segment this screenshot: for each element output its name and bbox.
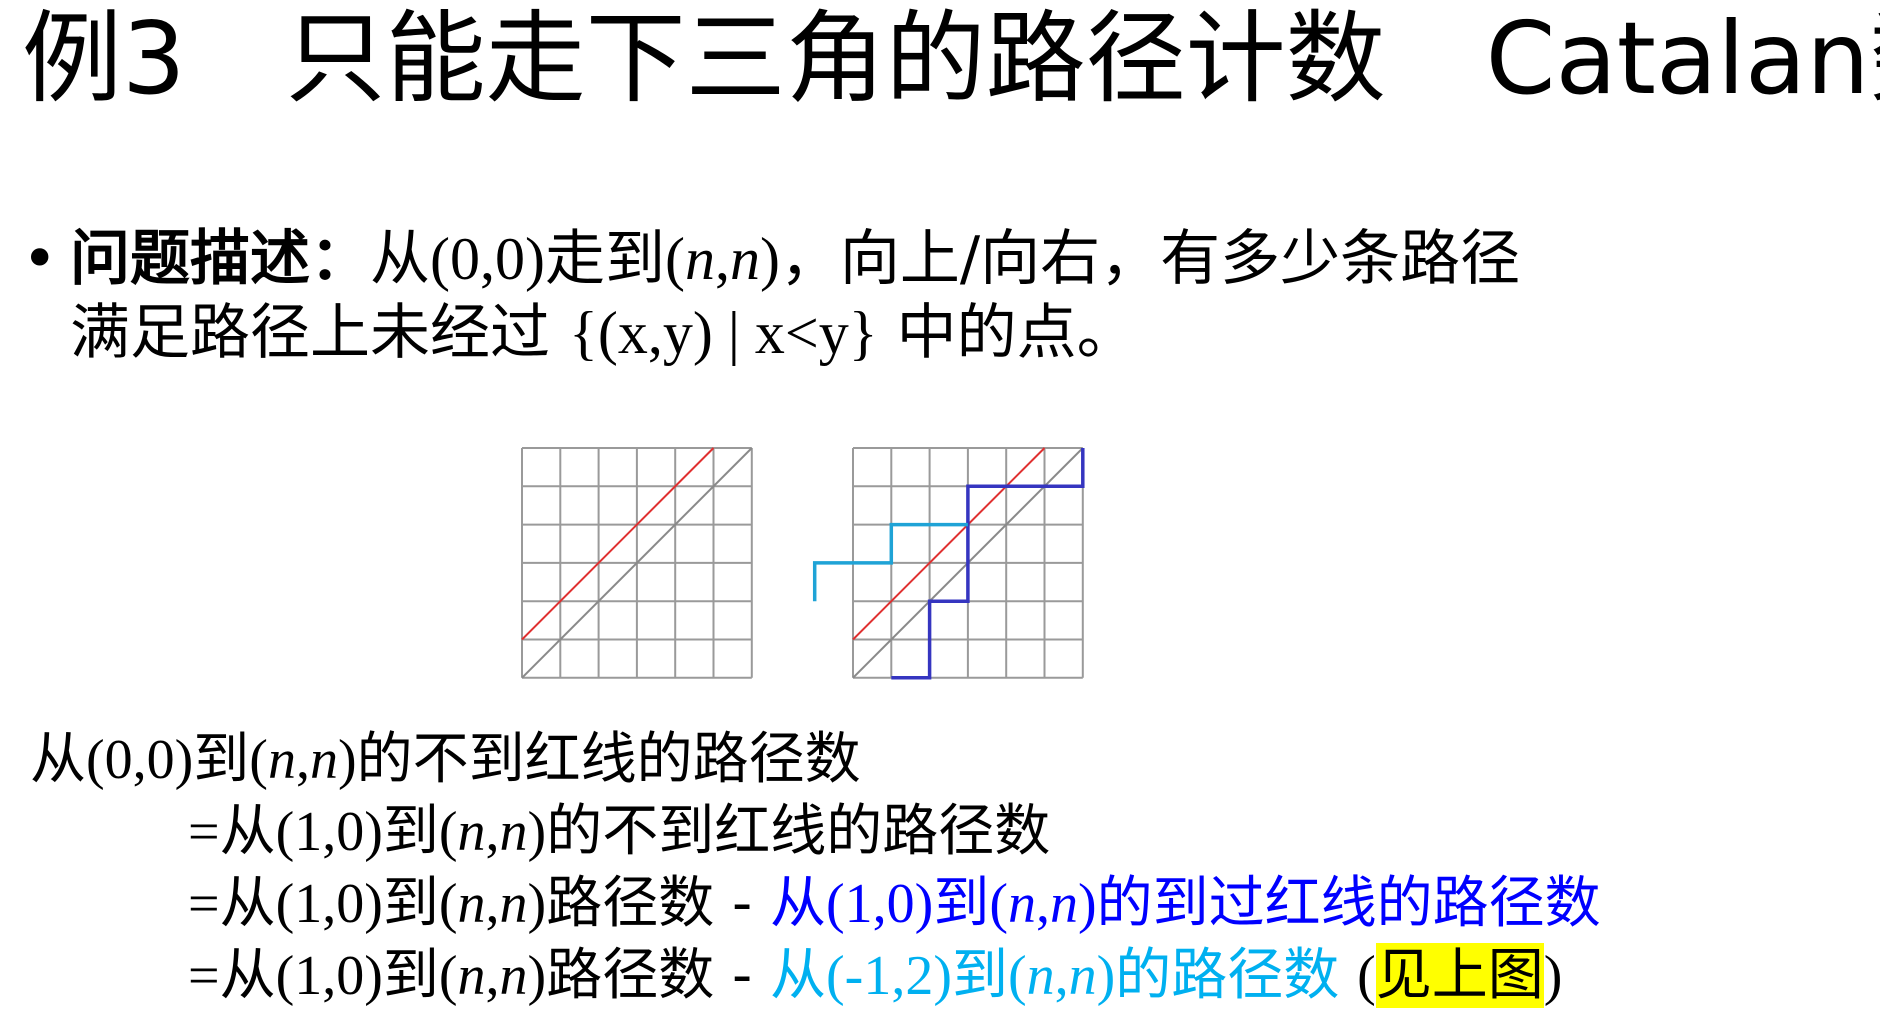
- problem-text: (: [664, 226, 685, 292]
- var-n: n: [309, 729, 338, 791]
- lattice-figure: [521, 447, 1085, 680]
- eq-text: 到: [382, 943, 439, 1008]
- eq-text: (: [249, 729, 268, 791]
- lattice-grid-left: [521, 447, 753, 679]
- var-n: n: [684, 226, 715, 292]
- var-n: n: [729, 226, 760, 292]
- eq-text: (1,0): [275, 801, 383, 863]
- eq-text: 到: [382, 799, 439, 864]
- derivation: 从(0,0)到(n,n)的不到红线的路径数 =从(1,0)到(n,n)的不到红线…: [30, 724, 1601, 1012]
- problem-text: 满足路径上未经过: [70, 298, 570, 368]
- equation-line-4: =从(1,0)到(n,n)路径数 - 从(-1,2)到(n,n)的路径数 (见上…: [30, 940, 1601, 1012]
- lattice-grid-right: [812, 447, 1085, 680]
- equation-line-1: 从(0,0)到(n,n)的不到红线的路径数: [30, 724, 1601, 796]
- eq-text: 从: [219, 943, 276, 1008]
- eq-text: (1,0): [275, 873, 383, 935]
- eq-text: ,: [295, 729, 310, 791]
- eq-text: 到: [193, 727, 250, 792]
- eq-text: 路径数: [546, 871, 733, 936]
- eq-text: -: [732, 943, 771, 1008]
- title-suffix: Catalan数: [1485, 0, 1880, 117]
- set-notation: {(x,y) | x<y}: [569, 300, 878, 366]
- slide-title: 例3 只能走下三角的路径计数 Catalan数: [22, 0, 1880, 118]
- eq-text: ): [527, 945, 547, 1007]
- eq-text: 从: [219, 871, 276, 936]
- problem-label: 问题描述：: [70, 224, 370, 294]
- eq-text: ): [337, 729, 357, 791]
- eq-text: ,: [485, 873, 500, 935]
- eq-text: ,: [485, 945, 500, 1007]
- var-n: n: [499, 873, 528, 935]
- problem-line-1: • 问题描述：从(0,0)走到(n,n)，向上/向右，有多少条路径: [22, 222, 1520, 296]
- eq-text: 到: [382, 871, 439, 936]
- eq-text: -: [732, 871, 771, 936]
- eq-text: =: [188, 945, 220, 1007]
- eq-text: =: [188, 801, 220, 863]
- red-line: [852, 447, 1046, 641]
- problem-text: 从: [370, 224, 430, 294]
- eq-text: (: [438, 945, 458, 1007]
- eq-text: (1,0): [275, 945, 383, 1007]
- eq-text: (: [1357, 945, 1376, 1007]
- title-prefix: 例3: [22, 0, 186, 117]
- equation-line-2: =从(1,0)到(n,n)的不到红线的路径数: [30, 796, 1601, 868]
- eq-text: (: [438, 801, 458, 863]
- problem-line-2: 满足路径上未经过 {(x,y) | x<y} 中的点。: [22, 296, 1520, 370]
- red-line: [521, 447, 715, 641]
- problem-text: ，向上/向右，有多少条路径: [779, 224, 1521, 294]
- title-main: 只能走下三角的路径计数: [285, 0, 1386, 117]
- var-n: n: [457, 945, 486, 1007]
- eq-text: 路径数: [546, 943, 733, 1008]
- problem-text: (0,0): [430, 226, 545, 292]
- var-n: n: [499, 801, 528, 863]
- bullet-icon: •: [22, 224, 58, 294]
- eq-text: 的不到红线的路径数: [356, 727, 861, 792]
- cyan-term: 从(-1,2)到(n,n)的路径数: [770, 943, 1358, 1008]
- eq-text: 从: [30, 727, 86, 792]
- var-n: n: [499, 945, 528, 1007]
- problem-text: ): [759, 226, 780, 292]
- eq-text: ): [1543, 945, 1563, 1007]
- problem-text: 中的点。: [877, 298, 1137, 368]
- problem-statement: • 问题描述：从(0,0)走到(n,n)，向上/向右，有多少条路径 满足路径上未经…: [22, 222, 1520, 370]
- see-figure-highlight: 见上图: [1375, 943, 1544, 1008]
- eq-text: ,: [485, 801, 500, 863]
- eq-text: ): [527, 801, 547, 863]
- var-n: n: [267, 729, 296, 791]
- eq-text: (: [438, 873, 458, 935]
- eq-text: (0,0): [86, 729, 194, 791]
- eq-text: ): [527, 873, 547, 935]
- eq-text: =: [188, 873, 220, 935]
- problem-text: ,: [714, 226, 730, 292]
- eq-text: 从: [219, 799, 276, 864]
- eq-text: 的不到红线的路径数: [546, 799, 1051, 864]
- blue-term: 从(1,0)到(n,n)的到过红线的路径数: [770, 871, 1601, 936]
- equation-line-3: =从(1,0)到(n,n)路径数 - 从(1,0)到(n,n)的到过红线的路径数: [30, 868, 1601, 940]
- var-n: n: [457, 873, 486, 935]
- var-n: n: [457, 801, 486, 863]
- problem-text: 走到: [544, 224, 665, 294]
